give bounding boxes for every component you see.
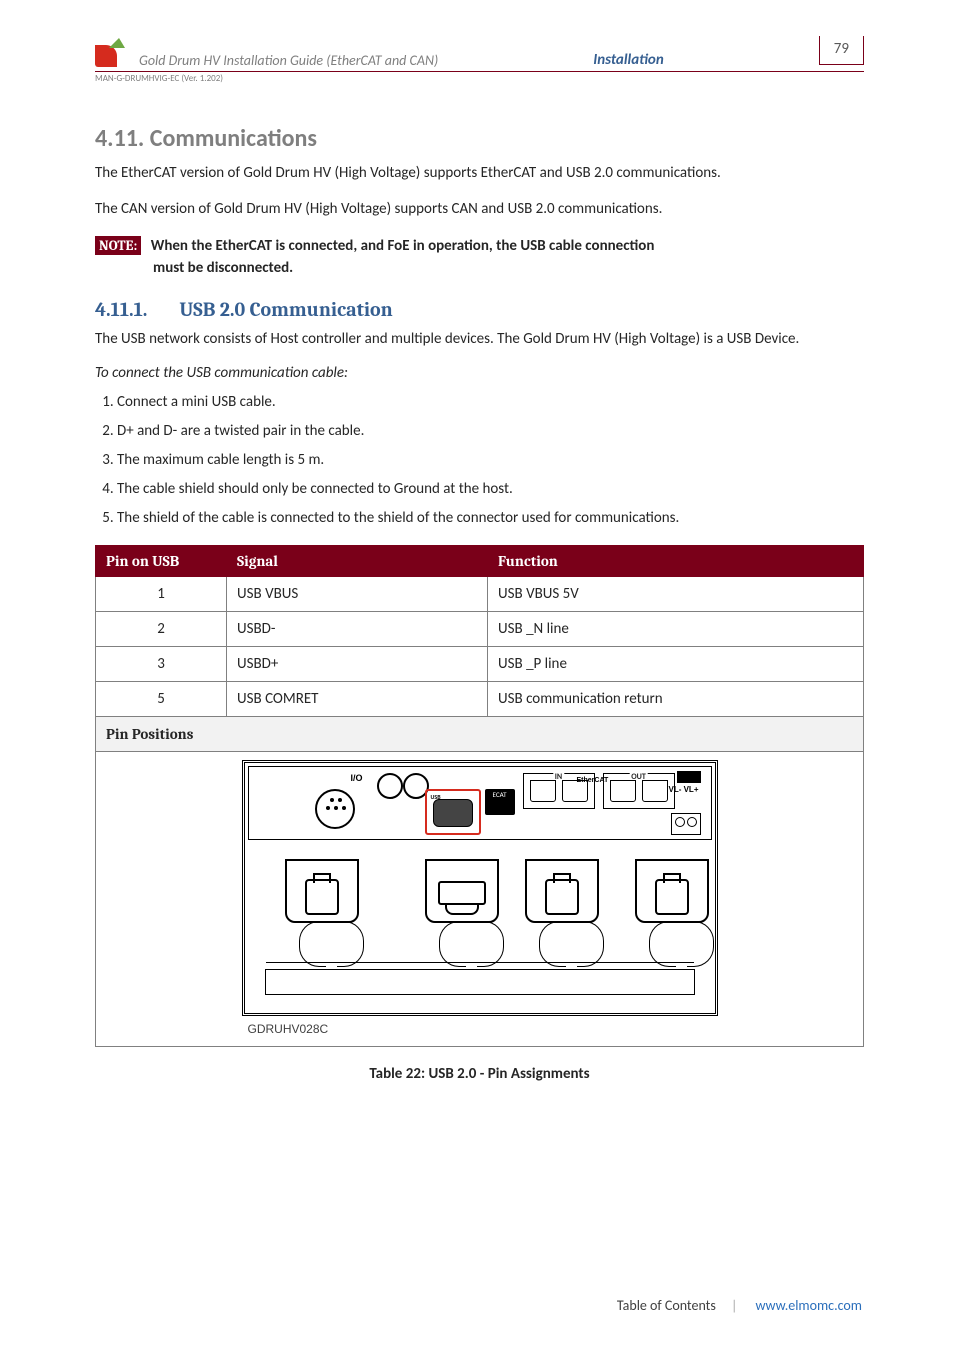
section-para-1: The EtherCAT version of Gold Drum HV (Hi… (95, 163, 864, 185)
cell-func: USB communication return (488, 682, 864, 717)
pin-assignments-table: Pin on USB Signal Function 1 USB VBUS US… (95, 545, 864, 1047)
gear-icon (377, 773, 403, 799)
step-1: Connect a mini USB cable. (117, 392, 864, 413)
table-row: 3 USBD+ USB _P line (96, 647, 864, 682)
cell-pin: 5 (96, 682, 227, 717)
section-para-2: The CAN version of Gold Drum HV (High Vo… (95, 199, 864, 221)
cell-func: USB VBUS 5V (488, 577, 864, 612)
website-link[interactable]: www.elmomc.com (755, 1297, 862, 1314)
doc-code: MAN-G-DRUMHVIG-EC (Ver. 1.202) (95, 71, 864, 84)
page-footer: Table of Contents | www.elmomc.com (617, 1297, 862, 1314)
table-header-row: Pin on USB Signal Function (96, 546, 864, 577)
subsection-para: The USB network consists of Host control… (95, 329, 864, 351)
table-row: 5 USB COMRET USB communication return (96, 682, 864, 717)
step-4: The cable shield should only be connecte… (117, 479, 864, 500)
section-4-11-title: 4.11. Communications (95, 124, 864, 153)
step-2: D+ and D- are a twisted pair in the cabl… (117, 421, 864, 442)
toc-link[interactable]: Table of Contents (617, 1297, 716, 1314)
logo (95, 41, 133, 69)
cell-func: USB _P line (488, 647, 864, 682)
io-connector-icon (315, 789, 355, 829)
table-row: 1 USB VBUS USB VBUS 5V (96, 577, 864, 612)
figure-id: GDRUHV028C (248, 1022, 718, 1036)
connector-leg-icon (635, 859, 709, 923)
ethercat-out-port: OUT (603, 773, 675, 809)
usb-port-icon (433, 799, 473, 827)
table-caption: Table 22: USB 2.0 - Pin Assignments (95, 1065, 864, 1083)
guide-title: Gold Drum HV Installation Guide (EtherCA… (139, 52, 438, 69)
pin-positions-row: Pin Positions (96, 717, 864, 752)
cell-pin: 3 (96, 647, 227, 682)
subsection-heading: USB 2.0 Communication (179, 298, 392, 321)
cell-pin: 2 (96, 612, 227, 647)
cell-signal: USBD+ (227, 647, 488, 682)
step-3: The maximum cable length is 5 m. (117, 450, 864, 471)
subsection-4-11-1-title: 4.11.1. USB 2.0 Communication (95, 298, 864, 321)
page-number: 79 (819, 36, 864, 65)
figure-cell: I/O USB ECAT IN EtherCAT (96, 752, 864, 1047)
connect-instruction: To connect the USB communication cable: (95, 364, 864, 382)
cell-signal: USB COMRET (227, 682, 488, 717)
table-row: 2 USBD- USB _N line (96, 612, 864, 647)
connector-leg-icon (525, 859, 599, 923)
pin-positions-label: Pin Positions (96, 717, 864, 752)
footer-separator: | (731, 1297, 737, 1314)
cell-func: USB _N line (488, 612, 864, 647)
connector-leg-icon (285, 859, 359, 923)
note-line-2: must be disconnected. (153, 257, 864, 280)
connector-leg-icon (425, 859, 499, 923)
device-figure: I/O USB ECAT IN EtherCAT (242, 760, 718, 1036)
page-header: Gold Drum HV Installation Guide (EtherCA… (95, 40, 864, 69)
figure-row: I/O USB ECAT IN EtherCAT (96, 752, 864, 1047)
usb-port-highlight: USB (425, 789, 481, 835)
col-function: Function (488, 546, 864, 577)
section-label: Installation (593, 51, 663, 69)
power-terminal-icon (671, 813, 701, 835)
cell-pin: 1 (96, 577, 227, 612)
col-signal: Signal (227, 546, 488, 577)
note-tag: NOTE: (95, 236, 141, 255)
base-bar-icon (265, 969, 695, 995)
io-label: I/O (351, 773, 363, 783)
device-front-view (242, 843, 718, 1016)
note-block: NOTE: When the EtherCAT is connected, an… (95, 235, 864, 280)
note-line-1: When the EtherCAT is connected, and FoE … (151, 237, 655, 255)
subsection-number: 4.11.1. (95, 298, 147, 321)
brand-badge-icon (677, 771, 701, 783)
step-5: The shield of the cable is connected to … (117, 508, 864, 529)
cell-signal: USBD- (227, 612, 488, 647)
cell-signal: USB VBUS (227, 577, 488, 612)
col-pin: Pin on USB (96, 546, 227, 577)
device-top-view: I/O USB ECAT IN EtherCAT (242, 760, 718, 846)
ecat-label: ECAT (485, 789, 515, 815)
steps-list: Connect a mini USB cable. D+ and D- are … (95, 392, 864, 529)
vl-label: VL- VL+ (668, 785, 698, 794)
